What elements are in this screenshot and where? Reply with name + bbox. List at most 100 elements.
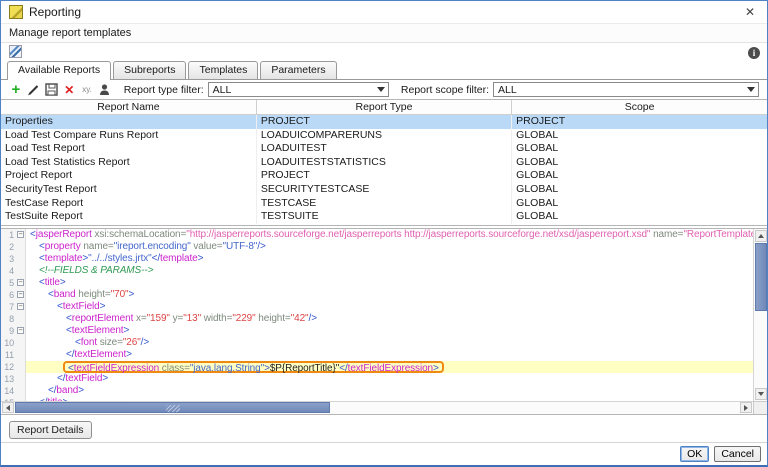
line-number: 12 (1, 361, 15, 373)
report-type-filter-select[interactable]: ALL (208, 82, 389, 97)
table-cell: SECURITYTESTCASE (256, 183, 511, 197)
line-number: 2 (1, 241, 15, 253)
horizontal-scrollbar[interactable] (1, 401, 753, 414)
table-cell: LOADUITEST (256, 142, 511, 156)
fold-spacer (15, 337, 26, 349)
fold-toggle-icon[interactable]: − (15, 289, 26, 301)
line-number: 14 (1, 385, 15, 397)
chevron-down-icon (377, 87, 385, 92)
dialog-description: Manage report templates (1, 24, 767, 43)
user-icon[interactable] (98, 83, 112, 97)
line-number: 10 (1, 337, 15, 349)
table-cell: Load Test Compare Runs Report (1, 129, 256, 143)
info-icon[interactable]: i (748, 47, 760, 59)
fold-spacer (15, 349, 26, 361)
line-number: 13 (1, 373, 15, 385)
table-cell: GLOBAL (512, 183, 767, 197)
table-cell: Load Test Statistics Report (1, 156, 256, 170)
table-cell: GLOBAL (512, 129, 767, 143)
column-header-report-type[interactable]: Report Type (256, 100, 511, 115)
table-cell: GLOBAL (512, 156, 767, 170)
add-report-icon[interactable]: + (9, 83, 23, 97)
xml-editor[interactable]: 1−<jasperReport xsi:schemaLocation="http… (1, 228, 767, 415)
report-template-icon (9, 45, 22, 58)
cancel-button[interactable]: Cancel (714, 446, 761, 462)
line-number: 5 (1, 277, 15, 289)
code-line-11: 11</textElement> (1, 349, 753, 361)
table-cell: PROJECT (512, 115, 767, 129)
edit-pencil-icon[interactable] (27, 83, 41, 97)
title-bar: Reporting ✕ (1, 1, 767, 24)
tab-available-reports[interactable]: Available Reports (7, 61, 111, 80)
code-line-6: 6−<band height="70"> (1, 289, 753, 301)
close-icon[interactable]: ✕ (741, 5, 759, 19)
delete-report-icon[interactable]: ✕ (62, 83, 76, 97)
fold-toggle-icon[interactable]: − (15, 229, 26, 241)
table-cell: LOADUICOMPARERUNS (256, 129, 511, 143)
code-line-10: 10<font size="26"/> (1, 337, 753, 349)
scroll-right-button[interactable] (740, 402, 752, 413)
fold-toggle-icon[interactable]: − (15, 301, 26, 313)
report-scope-filter-select[interactable]: ALL (493, 82, 759, 97)
table-cell: Properties (1, 115, 256, 129)
code-line-12: 12<textFieldExpression class="java.lang.… (1, 361, 753, 373)
scroll-left-button[interactable] (2, 402, 14, 413)
table-row[interactable]: Project ReportPROJECTGLOBAL (1, 169, 767, 183)
fold-spacer (15, 373, 26, 385)
table-row[interactable]: TestCase ReportTESTCASEGLOBAL (1, 197, 767, 211)
line-number: 3 (1, 253, 15, 265)
line-number: 6 (1, 289, 15, 301)
ok-button[interactable]: OK (680, 446, 709, 462)
report-type-filter-label: Report type filter: (124, 84, 204, 96)
column-header-report-name[interactable]: Report Name (1, 100, 256, 115)
report-scope-filter-value: ALL (498, 84, 517, 96)
scroll-up-button[interactable] (755, 230, 767, 242)
scroll-down-button[interactable] (755, 388, 767, 400)
vertical-scrollbar[interactable] (753, 229, 767, 401)
table-header-row: Report NameReport TypeScope (1, 100, 767, 115)
table-cell: TestSuite Report (1, 210, 256, 224)
table-cell: Load Test Report (1, 142, 256, 156)
line-number: 8 (1, 313, 15, 325)
chevron-down-icon (747, 87, 755, 92)
table-row[interactable]: SecurityTest ReportSECURITYTESTCASEGLOBA… (1, 183, 767, 197)
code-line-14: 14</band> (1, 385, 753, 397)
code-area[interactable]: 1−<jasperReport xsi:schemaLocation="http… (1, 229, 753, 401)
reporting-dialog: Reporting ✕ Manage report templates i Av… (0, 0, 768, 467)
save-icon[interactable] (45, 83, 59, 97)
reports-toolbar: + ✕ xy. Report type filter: ALL Report s… (1, 80, 767, 99)
report-details-tab[interactable]: Report Details (9, 421, 92, 439)
table-cell: TESTSUITE (256, 210, 511, 224)
fold-spacer (15, 253, 26, 265)
tab-parameters[interactable]: Parameters (260, 61, 336, 79)
line-number: 4 (1, 265, 15, 277)
code-line-1: 1−<jasperReport xsi:schemaLocation="http… (1, 229, 753, 241)
horizontal-scroll-thumb[interactable] (15, 402, 330, 413)
reports-table: Report NameReport TypeScope Properties PR… (1, 99, 767, 226)
column-header-scope[interactable]: Scope (512, 100, 767, 115)
table-cell: PROJECT (256, 169, 511, 183)
window-title: Reporting (29, 5, 735, 19)
line-number: 9 (1, 325, 15, 337)
code-line-9: 9−<textElement> (1, 325, 753, 337)
line-number: 1 (1, 229, 15, 241)
table-row[interactable]: Load Test Compare Runs ReportLOADUICOMPA… (1, 129, 767, 143)
table-row[interactable]: Load Test Statistics ReportLOADUITESTSTA… (1, 156, 767, 170)
tab-strip: Available ReportsSubreportsTemplatesPara… (1, 61, 767, 80)
code-line-13: 13</textField> (1, 373, 753, 385)
code-line-4: 4<!--FIELDS & PARAMS--> (1, 265, 753, 277)
fold-spacer (15, 265, 26, 277)
table-cell: GLOBAL (512, 210, 767, 224)
table-row[interactable]: TestSuite ReportTESTSUITEGLOBAL (1, 210, 767, 224)
table-cell: TESTCASE (256, 197, 511, 211)
table-row[interactable]: Load Test ReportLOADUITESTGLOBAL (1, 142, 767, 156)
fold-toggle-icon[interactable]: − (15, 277, 26, 289)
table-row[interactable]: PropertiesPROJECTPROJECT (1, 115, 767, 129)
table-cell: GLOBAL (512, 169, 767, 183)
fold-toggle-icon[interactable]: − (15, 325, 26, 337)
vertical-scroll-thumb[interactable] (755, 243, 767, 311)
tab-subreports[interactable]: Subreports (113, 61, 186, 79)
code-line-7: 7−<textField> (1, 301, 753, 313)
tab-templates[interactable]: Templates (188, 61, 258, 79)
rename-report-icon[interactable]: xy. (80, 83, 94, 97)
